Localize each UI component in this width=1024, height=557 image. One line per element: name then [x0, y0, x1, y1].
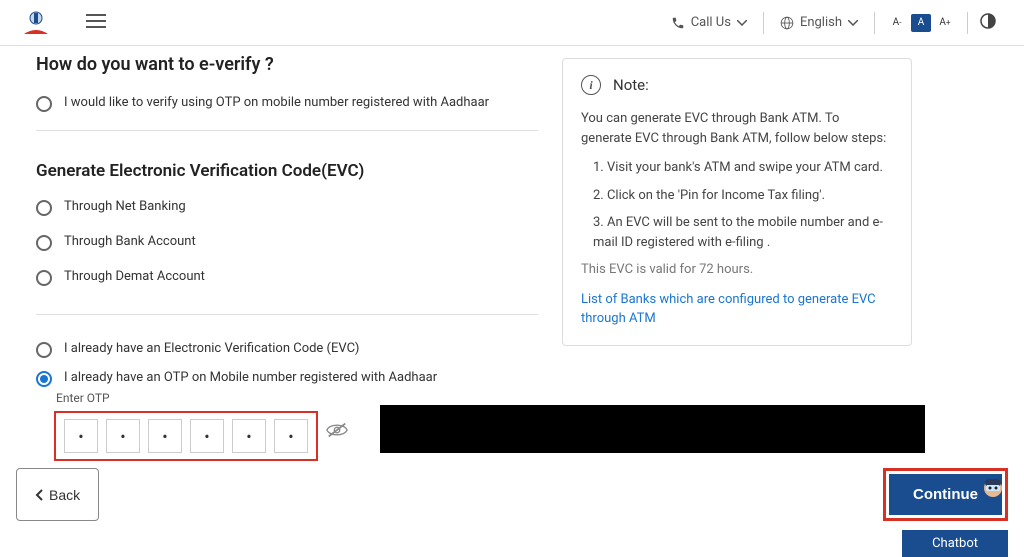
contrast-icon — [980, 13, 996, 29]
note-intro: You can generate EVC through Bank ATM. T… — [581, 109, 893, 148]
otp-digit-2[interactable]: • — [106, 419, 140, 453]
option-bank-account[interactable]: Through Bank Account — [36, 234, 538, 251]
back-button[interactable]: Back — [16, 468, 99, 521]
chatbot-tab[interactable]: Chatbot — [902, 530, 1008, 557]
phone-icon — [671, 16, 685, 30]
note-step-3: 3. An EVC will be sent to the mobile num… — [581, 213, 893, 252]
radio-icon — [36, 270, 52, 286]
option-aadhaar-otp[interactable]: I would like to verify using OTP on mobi… — [36, 95, 538, 112]
assistant-avatar — [975, 475, 1011, 511]
font-decrease-button[interactable]: A- — [887, 14, 907, 32]
radio-icon — [36, 371, 52, 387]
chevron-left-icon — [35, 489, 43, 501]
page-question: How do you want to e-verify ? — [36, 54, 538, 75]
otp-digit-1[interactable]: • — [64, 419, 98, 453]
chevron-down-icon — [737, 20, 747, 26]
redacted-region — [380, 405, 925, 453]
radio-icon — [36, 235, 52, 251]
note-validity: This EVC is valid for 72 hours. — [581, 260, 893, 280]
toggle-otp-visibility-icon[interactable] — [326, 421, 348, 439]
contrast-toggle[interactable] — [968, 13, 1008, 33]
info-icon: i — [581, 75, 601, 95]
note-panel: i Note: You can generate EVC through Ban… — [562, 58, 912, 346]
bank-list-link[interactable]: List of Banks which are configured to ge… — [581, 290, 893, 329]
globe-icon — [780, 16, 794, 30]
top-header: Call Us English A- A A+ — [0, 0, 1024, 46]
otp-digit-6[interactable]: • — [274, 419, 308, 453]
otp-digit-3[interactable]: • — [148, 419, 182, 453]
note-title: Note: — [613, 76, 649, 94]
radio-icon — [36, 200, 52, 216]
otp-input-group[interactable]: • • • • • • — [54, 411, 318, 461]
radio-icon — [36, 342, 52, 358]
menu-icon[interactable] — [86, 14, 106, 32]
font-normal-button[interactable]: A — [911, 14, 931, 32]
note-step-1: 1. Visit your bank's ATM and swipe your … — [581, 158, 893, 178]
language-dropdown[interactable]: English — [764, 15, 874, 30]
otp-digit-4[interactable]: • — [190, 419, 224, 453]
font-size-controls: A- A A+ — [875, 14, 967, 32]
call-us-dropdown[interactable]: Call Us — [655, 15, 763, 30]
option-have-evc[interactable]: I already have an Electronic Verificatio… — [36, 341, 538, 358]
option-have-aadhaar-otp[interactable]: I already have an OTP on Mobile number r… — [36, 370, 538, 387]
chevron-down-icon — [848, 20, 858, 26]
otp-digit-5[interactable]: • — [232, 419, 266, 453]
govt-logo — [16, 6, 56, 40]
evc-heading: Generate Electronic Verification Code(EV… — [36, 161, 538, 181]
option-demat-account[interactable]: Through Demat Account — [36, 269, 538, 286]
note-step-2: 2. Click on the 'Pin for Income Tax fili… — [581, 186, 893, 206]
option-netbanking[interactable]: Through Net Banking — [36, 199, 538, 216]
radio-icon — [36, 96, 52, 112]
enter-otp-label: Enter OTP — [56, 391, 538, 405]
font-increase-button[interactable]: A+ — [935, 14, 955, 32]
